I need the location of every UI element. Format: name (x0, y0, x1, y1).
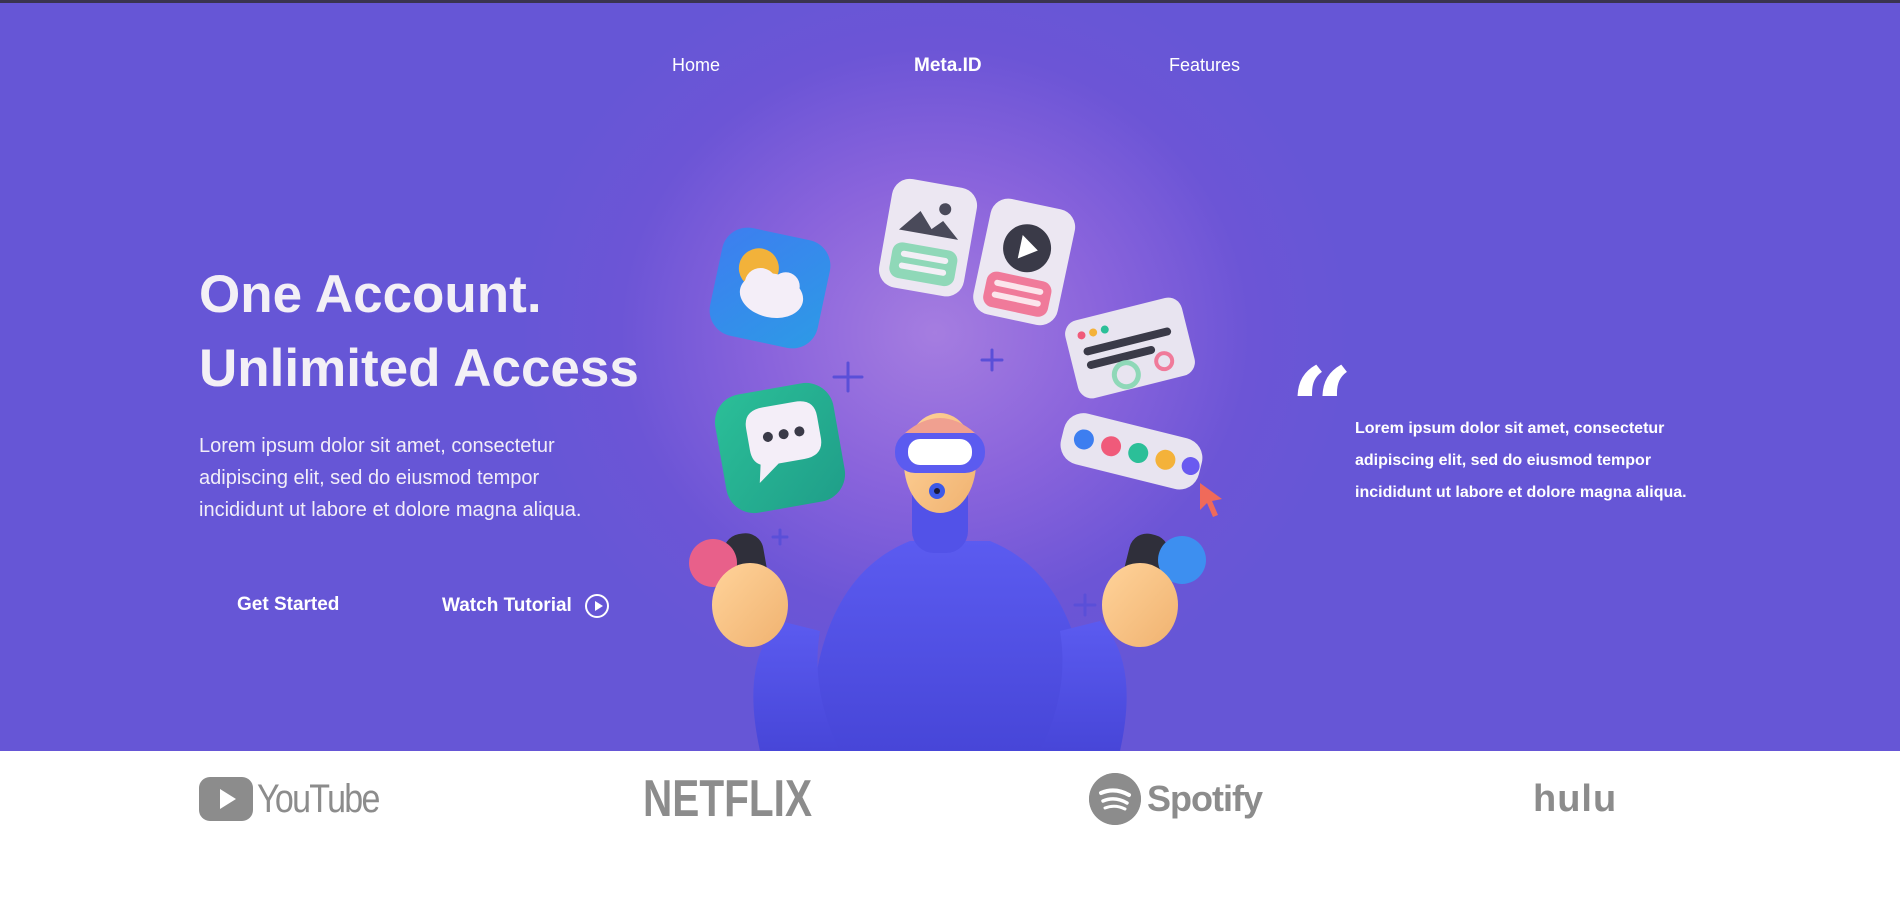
spotify-wordmark: Spotify (1147, 778, 1263, 819)
nav-brand-link[interactable]: Meta.ID (914, 55, 982, 77)
youtube-logo: YouTube (199, 771, 400, 827)
hero-lead-text: Lorem ipsum dolor sit amet, consectetur … (199, 435, 582, 521)
watch-tutorial-button[interactable]: Watch Tutorial (442, 594, 609, 618)
get-started-button[interactable]: Get Started (237, 594, 339, 616)
video-card (973, 198, 1076, 326)
main-nav: Home Meta.ID Features (0, 55, 1900, 85)
watch-tutorial-label: Watch Tutorial (442, 595, 572, 616)
hero-title-line2: Unlimited Access (199, 339, 639, 398)
palette-card (1060, 413, 1203, 490)
weather-card (709, 227, 831, 349)
cursor-icon (1200, 483, 1222, 517)
chat-card (714, 382, 846, 514)
spotify-icon (1089, 773, 1141, 825)
spotify-logo: Spotify (1089, 771, 1263, 827)
youtube-wordmark: YouTube (257, 776, 380, 821)
netflix-logo: NETFLIX (643, 770, 860, 828)
browser-card (1065, 297, 1195, 399)
hulu-logo: hulu (1533, 771, 1617, 827)
vr-person-illustration (689, 178, 1222, 751)
netflix-wordmark: NETFLIX (643, 770, 813, 828)
nav-features-link[interactable]: Features (1169, 55, 1240, 76)
partner-logos: YouTube NETFLIX Spotify hulu (0, 751, 1900, 903)
hero-title-line1: One Account. (199, 265, 542, 324)
youtube-play-icon (199, 777, 253, 821)
testimonial-quote-text: Lorem ipsum dolor sit amet, consectetur … (1355, 420, 1687, 501)
hero-title: One Account. Unlimited Access (199, 258, 639, 406)
image-card (878, 178, 978, 297)
hero-section: Home Meta.ID Features One Account. Unlim… (0, 3, 1900, 751)
hulu-wordmark: hulu (1533, 777, 1618, 820)
nav-home-link[interactable]: Home (672, 55, 720, 76)
quote-mark-icon: “ (1290, 343, 1354, 472)
play-circle-icon (584, 594, 609, 618)
